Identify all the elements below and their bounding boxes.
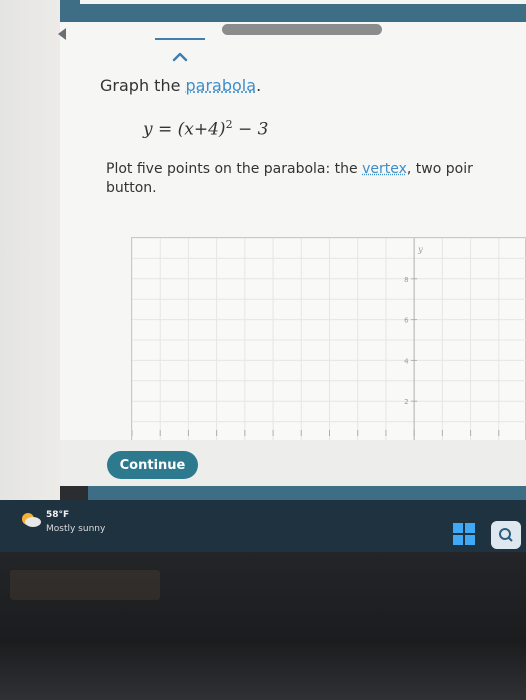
question-prompt: Graph the parabola. bbox=[100, 76, 261, 95]
vertex-link[interactable]: vertex bbox=[362, 161, 407, 177]
magnifier-icon bbox=[499, 528, 513, 542]
weather-condition[interactable]: Mostly sunny bbox=[46, 524, 105, 534]
back-arrow-icon[interactable] bbox=[58, 28, 66, 40]
sun-cloud-icon[interactable] bbox=[20, 512, 42, 528]
equation-exponent: 2 bbox=[225, 118, 233, 131]
equation: y = (x+4)2 − 3 bbox=[143, 118, 268, 140]
y-tick-label: 4 bbox=[404, 357, 409, 365]
collapse-button[interactable] bbox=[155, 38, 205, 74]
prompt-suffix: . bbox=[256, 76, 262, 95]
parabola-link[interactable]: parabola bbox=[186, 76, 257, 95]
chevron-up-icon bbox=[172, 52, 188, 62]
left-gutter bbox=[0, 0, 60, 500]
y-tick-label: 6 bbox=[404, 317, 409, 325]
windows-icon[interactable] bbox=[453, 523, 475, 545]
weather-temperature[interactable]: 58°F bbox=[46, 510, 69, 520]
y-axis-label: y bbox=[417, 245, 423, 254]
equation-tail: − 3 bbox=[232, 119, 269, 140]
y-tick-label: 8 bbox=[404, 276, 408, 284]
equation-base: (x+4) bbox=[177, 119, 226, 140]
instructions-line2: button. bbox=[106, 180, 157, 196]
progress-bar bbox=[222, 24, 382, 35]
footer-bar bbox=[88, 486, 526, 500]
continue-button[interactable]: Continue bbox=[107, 451, 198, 479]
graph-grid[interactable]: 8 6 4 2 y bbox=[132, 238, 526, 442]
keyboard-reflection bbox=[10, 570, 160, 600]
search-icon[interactable] bbox=[491, 521, 521, 549]
laptop-screen: Graph the parabola. y = (x+4)2 − 3 Plot … bbox=[0, 0, 526, 700]
y-tick-label: 2 bbox=[404, 398, 408, 406]
instructions-prefix: Plot five points on the parabola: the bbox=[106, 161, 363, 177]
prompt-prefix: Graph the bbox=[100, 76, 186, 95]
header-strip bbox=[80, 0, 526, 4]
equation-lhs: y = bbox=[143, 119, 178, 140]
graph-canvas[interactable]: 8 6 4 2 y bbox=[131, 237, 526, 442]
instructions-suffix: , two poir bbox=[406, 161, 473, 177]
instructions: Plot five points on the parabola: the ve… bbox=[106, 160, 526, 198]
